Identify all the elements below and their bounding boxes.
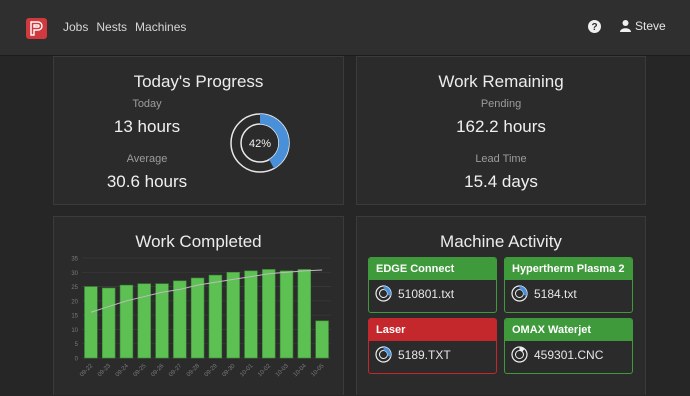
y-tick-label: 15 <box>71 314 78 320</box>
card-title: Machine Activity <box>440 232 562 251</box>
machine-file: 510801.txt <box>398 286 455 301</box>
nav-jobs[interactable]: Jobs <box>63 20 88 34</box>
x-tick-label: 09-22 <box>79 363 95 379</box>
lead-time-label: Lead Time <box>475 153 527 165</box>
bar <box>173 280 187 359</box>
y-tick-label: 0 <box>75 357 79 363</box>
nav-machines[interactable]: Machines <box>135 20 186 34</box>
main-nav: Jobs Nests Machines <box>63 20 186 34</box>
card-title: Work Remaining <box>438 72 564 91</box>
user-icon <box>620 20 631 32</box>
machine-name: Hypertherm Plasma 2 <box>505 258 632 280</box>
user-name: Steve <box>635 19 666 33</box>
pending-label: Pending <box>480 98 522 110</box>
help-icon[interactable]: ? <box>588 20 601 33</box>
today-value: 13 hours <box>113 117 181 136</box>
x-tick-label: 10-03 <box>275 363 291 379</box>
bar <box>244 270 258 359</box>
x-tick-label: 10-04 <box>293 363 309 379</box>
progress-ring-icon <box>511 346 528 363</box>
x-tick-label: 10-05 <box>310 363 326 379</box>
machine-file: 5189.TXT <box>398 347 451 362</box>
progress-ring-icon <box>375 285 392 302</box>
x-tick-label: 09-27 <box>168 363 184 379</box>
bar <box>190 277 205 359</box>
bar <box>84 286 98 359</box>
bar <box>315 320 329 359</box>
today-label: Today <box>132 98 162 110</box>
work-remaining-card: Work Remaining Pending 162.2 hours Lead … <box>356 56 646 205</box>
bar <box>155 283 169 359</box>
x-tick-label: 09-26 <box>150 363 166 379</box>
work-completed-chart: 0510152025303509-22 09-23 09-24 09-25 09-26 0… <box>71 257 331 379</box>
x-tick-label: 10-01 <box>239 363 255 379</box>
logo-icon <box>30 21 43 36</box>
machine-tile-edge-connect[interactable]: EDGE Connect 510801.txt <box>368 257 497 313</box>
bar <box>101 287 116 359</box>
machine-activity-card: Machine Activity EDGE Connect 510801.txt… <box>356 216 646 395</box>
progress-donut: 42% <box>230 113 290 173</box>
machine-tile-hypertherm-plasma-2[interactable]: Hypertherm Plasma 2 5184.txt <box>504 257 633 313</box>
bar <box>208 274 223 359</box>
top-navbar: Jobs Nests Machines ? Steve <box>0 0 690 56</box>
todays-progress-card: Today's Progress Today 13 hours Average … <box>53 56 344 205</box>
average-value: 30.6 hours <box>106 172 188 191</box>
x-tick-label: 09-29 <box>204 363 220 379</box>
x-tick-label: 09-23 <box>97 363 113 379</box>
progress-ring-icon <box>511 285 528 302</box>
donut-percent-label: 42% <box>249 138 271 150</box>
bar <box>297 269 312 359</box>
bar <box>119 284 134 359</box>
x-tick-label: 09-30 <box>221 363 237 379</box>
bar <box>226 271 240 359</box>
machine-name: EDGE Connect <box>369 258 496 280</box>
lead-time-value: 15.4 days <box>464 172 538 191</box>
x-tick-label: 09-24 <box>115 363 131 379</box>
machine-file: 5184.txt <box>534 286 577 301</box>
svg-text:?: ? <box>591 22 597 33</box>
machine-tile-laser[interactable]: Laser 5189.TXT <box>368 318 497 374</box>
nav-nests[interactable]: Nests <box>96 20 127 34</box>
y-tick-label: 30 <box>71 271 78 277</box>
x-tick-label: 09-28 <box>186 363 202 379</box>
user-menu[interactable]: Steve <box>620 19 666 33</box>
app-logo[interactable] <box>26 18 47 39</box>
x-tick-label: 10-02 <box>257 363 273 379</box>
y-tick-label: 10 <box>71 328 78 334</box>
bar <box>279 270 294 359</box>
bar <box>262 269 276 359</box>
x-tick-label: 09-25 <box>133 363 149 379</box>
work-completed-card: Work Completed 0 5 10 15 20 25 30 35 09-22 09-23 0… <box>53 216 344 395</box>
machine-name: OMAX Waterjet <box>505 319 632 341</box>
y-tick-label: 5 <box>75 342 79 348</box>
bar <box>137 283 151 359</box>
machine-name: Laser <box>369 319 496 341</box>
machine-file: 459301.CNC <box>534 347 604 362</box>
y-tick-label: 35 <box>71 257 78 263</box>
card-title: Today's Progress <box>133 72 264 91</box>
average-label: Average <box>126 153 168 165</box>
machine-tile-omax-waterjet[interactable]: OMAX Waterjet 459301.CNC <box>504 318 633 374</box>
pending-value: 162.2 hours <box>456 117 546 136</box>
progress-ring-icon <box>375 346 392 363</box>
y-tick-label: 20 <box>71 299 78 305</box>
y-tick-label: 25 <box>71 285 78 291</box>
